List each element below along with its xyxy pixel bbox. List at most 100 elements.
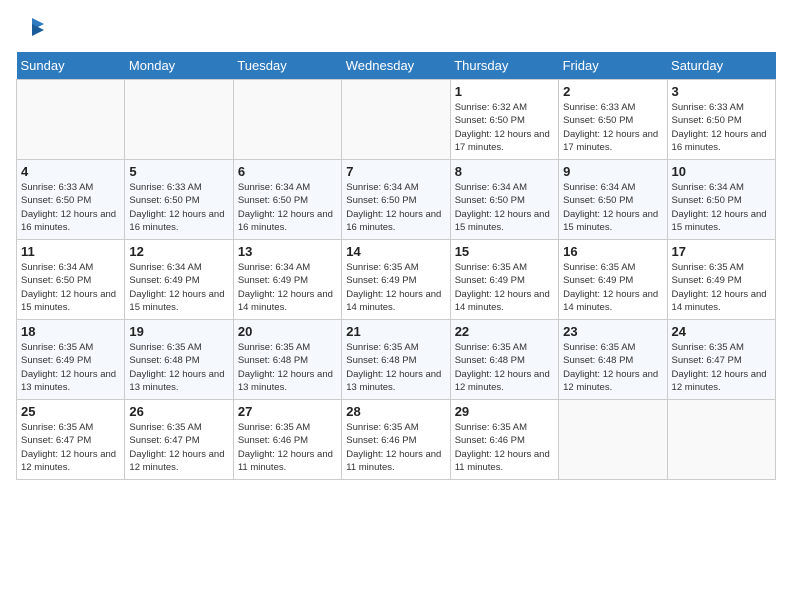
calendar-cell: 22 Sunrise: 6:35 AM Sunset: 6:48 PM Dayli… [450,320,558,400]
day-info: Sunrise: 6:32 AM Sunset: 6:50 PM Dayligh… [455,101,554,154]
day-info: Sunrise: 6:33 AM Sunset: 6:50 PM Dayligh… [129,181,228,234]
day-number: 2 [563,84,662,99]
calendar-cell: 25 Sunrise: 6:35 AM Sunset: 6:47 PM Dayli… [17,400,125,480]
day-number: 15 [455,244,554,259]
logo [16,16,46,44]
calendar-cell: 11Sunrise: 6:34 AM Sunset: 6:50 PM Dayli… [17,240,125,320]
day-info: Sunrise: 6:35 AM Sunset: 6:48 PM Dayligh… [455,341,554,394]
day-number: 18 [21,324,120,339]
calendar-cell: 15 Sunrise: 6:35 AM Sunset: 6:49 PM Dayli… [450,240,558,320]
calendar-cell: 28 Sunrise: 6:35 AM Sunset: 6:46 PM Dayli… [342,400,450,480]
day-info: Sunrise: 6:35 AM Sunset: 6:49 PM Dayligh… [21,341,120,394]
calendar-week-row: 18 Sunrise: 6:35 AM Sunset: 6:49 PM Dayli… [17,320,776,400]
day-number: 27 [238,404,337,419]
calendar-cell: 6 Sunrise: 6:34 AM Sunset: 6:50 PM Daylig… [233,160,341,240]
day-info: Sunrise: 6:35 AM Sunset: 6:48 PM Dayligh… [563,341,662,394]
day-info: Sunrise: 6:35 AM Sunset: 6:49 PM Dayligh… [455,261,554,314]
day-info: Sunrise: 6:34 AM Sunset: 6:50 PM Dayligh… [455,181,554,234]
day-number: 24 [672,324,771,339]
day-number: 9 [563,164,662,179]
day-info: Sunrise: 6:35 AM Sunset: 6:49 PM Dayligh… [346,261,445,314]
calendar-cell: 10 Sunrise: 6:34 AM Sunset: 6:50 PM Dayli… [667,160,775,240]
calendar-cell: 20Sunrise: 6:35 AM Sunset: 6:48 PM Dayli… [233,320,341,400]
day-info: Sunrise: 6:35 AM Sunset: 6:47 PM Dayligh… [21,421,120,474]
day-number: 12 [129,244,228,259]
day-number: 7 [346,164,445,179]
logo-flag-icon [18,16,46,44]
calendar-cell: 13 Sunrise: 6:34 AM Sunset: 6:49 PM Dayli… [233,240,341,320]
calendar-week-row: 1 Sunrise: 6:32 AM Sunset: 6:50 PM Daylig… [17,80,776,160]
day-number: 3 [672,84,771,99]
weekday-header-thursday: Thursday [450,52,558,80]
calendar-cell: 21 Sunrise: 6:35 AM Sunset: 6:48 PM Dayli… [342,320,450,400]
calendar-cell: 29 Sunrise: 6:35 AM Sunset: 6:46 PM Dayli… [450,400,558,480]
day-number: 28 [346,404,445,419]
day-info: Sunrise: 6:34 AM Sunset: 6:49 PM Dayligh… [238,261,337,314]
day-info: Sunrise: 6:35 AM Sunset: 6:46 PM Dayligh… [238,421,337,474]
calendar-week-row: 25 Sunrise: 6:35 AM Sunset: 6:47 PM Dayli… [17,400,776,480]
day-info: Sunrise: 6:34 AM Sunset: 6:50 PM Dayligh… [238,181,337,234]
weekday-row: SundayMondayTuesdayWednesdayThursdayFrid… [17,52,776,80]
calendar-cell: 4Sunrise: 6:33 AM Sunset: 6:50 PM Daylig… [17,160,125,240]
calendar-cell: 17 Sunrise: 6:35 AM Sunset: 6:49 PM Dayli… [667,240,775,320]
day-info: Sunrise: 6:35 AM Sunset: 6:47 PM Dayligh… [672,341,771,394]
calendar-cell [233,80,341,160]
calendar-cell: 8 Sunrise: 6:34 AM Sunset: 6:50 PM Daylig… [450,160,558,240]
calendar-cell [125,80,233,160]
day-number: 5 [129,164,228,179]
day-number: 13 [238,244,337,259]
weekday-header-wednesday: Wednesday [342,52,450,80]
day-info: Sunrise: 6:35 AM Sunset: 6:47 PM Dayligh… [129,421,228,474]
calendar-week-row: 11Sunrise: 6:34 AM Sunset: 6:50 PM Dayli… [17,240,776,320]
day-info: Sunrise: 6:35 AM Sunset: 6:49 PM Dayligh… [563,261,662,314]
day-info: Sunrise: 6:35 AM Sunset: 6:46 PM Dayligh… [346,421,445,474]
day-number: 21 [346,324,445,339]
calendar-cell: 1 Sunrise: 6:32 AM Sunset: 6:50 PM Daylig… [450,80,558,160]
calendar-cell: 18 Sunrise: 6:35 AM Sunset: 6:49 PM Dayli… [17,320,125,400]
day-number: 17 [672,244,771,259]
day-info: Sunrise: 6:35 AM Sunset: 6:48 PM Dayligh… [129,341,228,394]
day-info: Sunrise: 6:34 AM Sunset: 6:50 PM Dayligh… [672,181,771,234]
day-number: 6 [238,164,337,179]
day-number: 10 [672,164,771,179]
calendar-cell: 16Sunrise: 6:35 AM Sunset: 6:49 PM Dayli… [559,240,667,320]
calendar-body: 1 Sunrise: 6:32 AM Sunset: 6:50 PM Daylig… [17,80,776,480]
calendar-cell: 2 Sunrise: 6:33 AM Sunset: 6:50 PM Daylig… [559,80,667,160]
day-number: 14 [346,244,445,259]
day-number: 8 [455,164,554,179]
calendar-cell: 3 Sunrise: 6:33 AM Sunset: 6:50 PM Daylig… [667,80,775,160]
calendar-cell [559,400,667,480]
calendar-cell: 24 Sunrise: 6:35 AM Sunset: 6:47 PM Dayli… [667,320,775,400]
day-number: 19 [129,324,228,339]
calendar-cell: 27 Sunrise: 6:35 AM Sunset: 6:46 PM Dayli… [233,400,341,480]
calendar-cell: 12 Sunrise: 6:34 AM Sunset: 6:49 PM Dayli… [125,240,233,320]
weekday-header-sunday: Sunday [17,52,125,80]
calendar-table: SundayMondayTuesdayWednesdayThursdayFrid… [16,52,776,480]
page-header [16,16,776,44]
day-number: 29 [455,404,554,419]
weekday-header-tuesday: Tuesday [233,52,341,80]
calendar-cell: 14 Sunrise: 6:35 AM Sunset: 6:49 PM Dayli… [342,240,450,320]
day-number: 25 [21,404,120,419]
day-number: 1 [455,84,554,99]
weekday-header-saturday: Saturday [667,52,775,80]
day-info: Sunrise: 6:35 AM Sunset: 6:48 PM Dayligh… [346,341,445,394]
day-info: Sunrise: 6:33 AM Sunset: 6:50 PM Dayligh… [563,101,662,154]
day-info: Sunrise: 6:35 AM Sunset: 6:46 PM Dayligh… [455,421,554,474]
weekday-header-friday: Friday [559,52,667,80]
calendar-cell: 9Sunrise: 6:34 AM Sunset: 6:50 PM Daylig… [559,160,667,240]
day-info: Sunrise: 6:34 AM Sunset: 6:50 PM Dayligh… [21,261,120,314]
day-number: 22 [455,324,554,339]
day-number: 23 [563,324,662,339]
calendar-cell [667,400,775,480]
weekday-header-monday: Monday [125,52,233,80]
day-number: 20 [238,324,337,339]
day-info: Sunrise: 6:34 AM Sunset: 6:49 PM Dayligh… [129,261,228,314]
day-info: Sunrise: 6:35 AM Sunset: 6:49 PM Dayligh… [672,261,771,314]
calendar-header: SundayMondayTuesdayWednesdayThursdayFrid… [17,52,776,80]
calendar-cell: 5 Sunrise: 6:33 AM Sunset: 6:50 PM Daylig… [125,160,233,240]
calendar-cell: 26 Sunrise: 6:35 AM Sunset: 6:47 PM Dayli… [125,400,233,480]
day-info: Sunrise: 6:33 AM Sunset: 6:50 PM Dayligh… [672,101,771,154]
calendar-cell [17,80,125,160]
day-number: 26 [129,404,228,419]
